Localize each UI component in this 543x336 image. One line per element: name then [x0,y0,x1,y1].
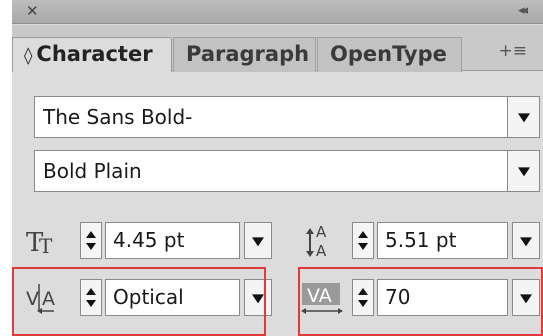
tab-opentype-label: OpenType [330,42,447,66]
tracking-highlight [298,267,543,336]
leading-field[interactable]: 5.51 pt [377,222,508,259]
stepper-up-icon[interactable] [86,231,96,238]
tab-toggle-icon: ◊ [24,46,33,66]
chevron-down-icon [517,167,530,177]
font-family-arrow-button[interactable] [507,97,539,137]
panel-menu-icon[interactable]: +≡ [499,41,528,61]
leading-stepper[interactable] [352,222,374,259]
font-size-value: 4.45 pt [113,228,185,252]
stepper-down-icon[interactable] [358,243,368,250]
font-style-arrow-button[interactable] [507,151,539,191]
font-size-arrow-button[interactable] [244,222,272,259]
font-size-field[interactable]: 4.45 pt [105,222,240,259]
collapse-icon[interactable]: ◂◂ [518,3,528,18]
stepper-down-icon[interactable] [86,243,96,250]
panel-titlebar[interactable]: ✕ ◂◂ [12,0,543,24]
tab-paragraph[interactable]: Paragraph [173,37,316,72]
chevron-down-icon [252,236,264,246]
font-size-stepper[interactable] [80,222,102,259]
chevron-down-icon [520,236,532,246]
font-family-value: The Sans Bold- [43,105,193,129]
font-family-dropdown[interactable]: The Sans Bold- [34,96,540,138]
leading-arrow-button[interactable] [512,222,540,259]
font-size-control: T T 4.45 pt [22,221,272,261]
leading-control: A A 5.51 pt [300,221,540,261]
leading-icon: A A [306,223,327,260]
tab-opentype[interactable]: OpenType [317,37,462,72]
kerning-highlight [12,267,266,336]
font-style-value: Bold Plain [43,159,142,183]
svg-text:A: A [316,242,327,260]
leading-value: 5.51 pt [385,228,457,252]
close-icon[interactable]: ✕ [26,2,39,20]
chevron-down-icon [517,113,530,123]
stepper-up-icon[interactable] [358,231,368,238]
tab-character-label: Character [36,42,153,66]
svg-text:T: T [39,234,53,258]
svg-text:A: A [316,223,327,241]
font-size-icon: T T [26,228,53,258]
tab-bar: ◊ Character Paragraph OpenType +≡ [12,25,543,72]
tab-character[interactable]: ◊ Character [12,37,172,72]
tab-paragraph-label: Paragraph [186,42,310,66]
font-style-dropdown[interactable]: Bold Plain [34,150,540,192]
